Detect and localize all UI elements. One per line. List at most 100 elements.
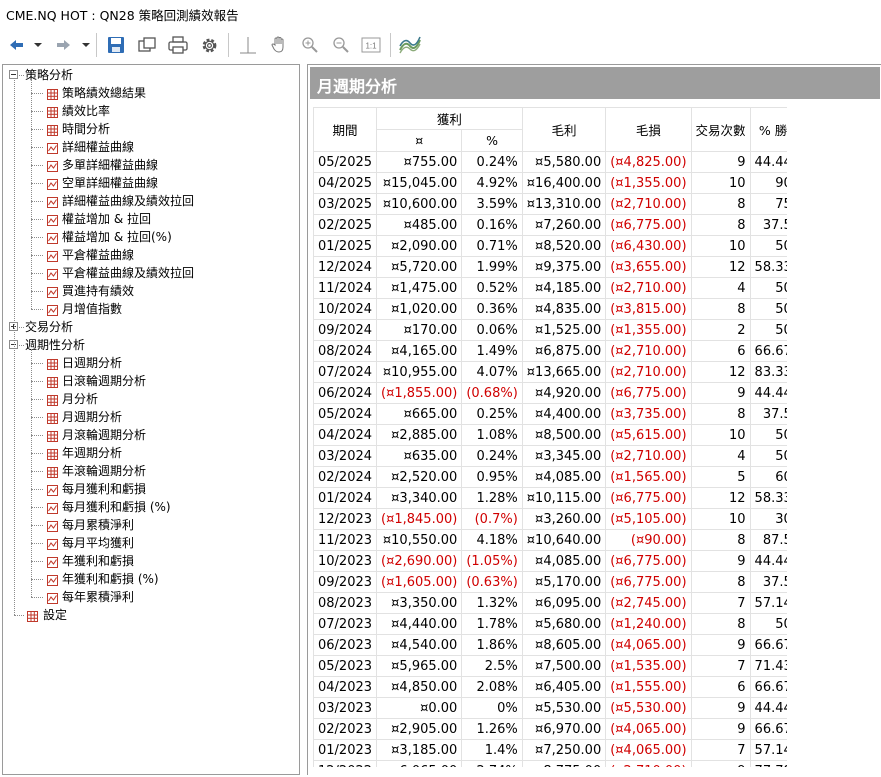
tree-item[interactable]: 時間分析 [3,120,293,138]
tree-item[interactable]: 年獲利和虧損 (%) [3,570,293,588]
gross-profit-cell: ¤6,095.00 [521,592,607,614]
tree-item-label: 月分析 [62,392,99,406]
table-row[interactable]: 07/2023 ¤4,440.00 1.78% ¤5,680.00 (¤1,240.00… [313,613,787,635]
tree-item[interactable]: 日滾輪週期分析 [3,372,293,390]
tree-connector [31,507,43,508]
tree-item[interactable]: 策略績效總結果 [3,84,293,102]
tree-item-settings[interactable]: 設定 [3,606,293,624]
table-row[interactable]: 06/2023 ¤4,540.00 1.86% ¤8,605.00 (¤4,065.00… [313,634,787,656]
tree-item[interactable]: 每月獲利和虧損 (%) [3,498,293,516]
trades-cell: 2 [690,319,751,341]
table-row[interactable]: 01/2023 ¤3,185.00 1.4% ¤7,250.00 (¤4,065.00)… [313,739,787,761]
tree-item[interactable]: 空單詳細權益曲線 [3,174,293,192]
tree-group-0[interactable]: 策略分析 [3,66,293,84]
table-row[interactable]: 09/2023 (¤1,605.00) (0.63%) ¤5,170.00 (¤6,77… [313,571,787,593]
table-row[interactable]: 12/2023 (¤1,845.00) (0.7%) ¤3,260.00 (¤5,105… [313,508,787,530]
tree-item[interactable]: 平倉權益曲線及績效拉回 [3,264,293,282]
gross-loss-cell: (¤2,710.00) [605,361,692,383]
tree-item[interactable]: 多單詳細權益曲線 [3,156,293,174]
period-cell: 09/2024 [313,319,378,341]
print-icon[interactable] [167,34,189,56]
tree-connector [31,543,43,544]
col-trades-header: 交易次數 [690,107,751,152]
tree-connector [31,129,43,130]
table-row[interactable]: 04/2024 ¤2,885.00 1.08% ¤8,500.00 (¤5,615.00… [313,424,787,446]
tree-item[interactable]: 每月累積淨利 [3,516,293,534]
tree-item[interactable]: 詳細權益曲線及績效拉回 [3,192,293,210]
table-row[interactable]: 08/2023 ¤3,350.00 1.32% ¤6,095.00 (¤2,745.00… [313,592,787,614]
tree-item[interactable]: 每月獲利和虧損 [3,480,293,498]
table-row[interactable]: 01/2025 ¤2,090.00 0.71% ¤8,520.00 (¤6,430.00… [313,235,787,257]
table-row[interactable]: 04/2023 ¤4,850.00 2.08% ¤6,405.00 (¤1,555.00… [313,676,787,698]
gross-loss-cell: (¤5,615.00) [605,424,692,446]
hand-pan-icon[interactable] [268,34,290,56]
tree-item[interactable]: 詳細權益曲線 [3,138,293,156]
tree-item[interactable]: 日週期分析 [3,354,293,372]
profit-cell: ¤5,720.00 [376,256,463,278]
tree-item-label: 詳細權益曲線 [62,140,135,154]
tree-item[interactable]: 每月平均獲利 [3,534,293,552]
forward-dropdown-icon[interactable] [80,34,92,56]
table-row[interactable]: 04/2025 ¤15,045.00 4.92% ¤16,400.00 (¤1,355.… [313,172,787,194]
zoom-fit-icon[interactable]: 1:1 [360,34,382,56]
tree-group-1[interactable]: 交易分析 [3,318,293,336]
tree-item[interactable]: 年滾輪週期分析 [3,462,293,480]
tree-connector [31,435,43,436]
table-row[interactable]: 03/2023¤0.000%¤5,530.00(¤5,530.00)944.44… [313,697,787,719]
tree-item-label: 策略績效總結果 [62,86,147,100]
table-row[interactable]: 03/2025 ¤10,600.00 3.59% ¤13,310.00 (¤2,710.… [313,193,787,215]
tree-item[interactable]: 月滾輪週期分析 [3,426,293,444]
table-row[interactable]: 10/2023 (¤2,690.00) (1.05%) ¤4,085.00 (¤6,77… [313,550,787,572]
tree-item[interactable]: 月增值指數 [3,300,293,318]
tree-item[interactable]: 買進持有績效 [3,282,293,300]
table-row[interactable]: 09/2024 ¤170.00 0.06% ¤1,525.00 (¤1,355.00) 2… [313,319,787,341]
back-dropdown-icon[interactable] [32,34,44,56]
table-row[interactable]: 06/2024 (¤1,855.00) (0.68%) ¤4,920.00 (¤6,77… [313,382,787,404]
copy-window-icon[interactable] [137,34,157,56]
grid-report-icon [47,123,58,136]
tree-item[interactable]: 權益增加 & 拉回(%) [3,228,293,246]
forward-arrow-icon[interactable] [54,34,72,56]
chart-report-icon [47,231,58,244]
trades-cell: 7 [690,592,751,614]
table-row[interactable]: 12/2024 ¤5,720.00 1.99% ¤9,375.00 (¤3,655.00… [313,256,787,278]
tree-item[interactable]: 績效比率 [3,102,293,120]
table-row[interactable]: 05/2024 ¤665.00 0.25% ¤4,400.00 (¤3,735.00) 8… [313,403,787,425]
winrate-cell: 66.67% [749,676,787,698]
zoom-out-icon[interactable] [330,34,352,56]
tree-item[interactable]: 權益增加 & 拉回 [3,210,293,228]
tree-group-2[interactable]: 週期性分析 [3,336,293,354]
table-row[interactable]: 07/2024 ¤10,955.00 4.07% ¤13,665.00 (¤2,710.… [313,361,787,383]
table-row[interactable]: 08/2024 ¤4,165.00 1.49% ¤6,875.00 (¤2,710.00… [313,340,787,362]
zoom-in-icon[interactable] [299,34,321,56]
tree-item[interactable]: 月分析 [3,390,293,408]
profit-cell: ¤170.00 [376,319,463,341]
tree-item[interactable]: 月週期分析 [3,408,293,426]
tree-item[interactable]: 平倉權益曲線 [3,246,293,264]
gross-profit-cell: ¤16,400.00 [521,172,607,194]
profit-pct-cell: 1.78% [461,613,523,635]
tree-item[interactable]: 每年累積淨利 [3,588,293,606]
settings-gear-icon[interactable] [198,34,220,56]
table-row[interactable]: 03/2024 ¤635.00 0.24% ¤3,345.00 (¤2,710.00) 4… [313,445,787,467]
table-row[interactable]: 11/2024 ¤1,475.00 0.52% ¤4,185.00 (¤2,710.00… [313,277,787,299]
monthly-table-container[interactable]: 期間 獲利 毛利 毛損 交易次數 % 勝率 ¤ % 05/2025¤755.00… [313,107,787,767]
table-row[interactable]: 01/2024 ¤3,340.00 1.28% ¤10,115.00 (¤6,775.0… [313,487,787,509]
table-row[interactable]: 10/2024 ¤1,020.00 0.36% ¤4,835.00 (¤3,815.00… [313,298,787,320]
table-row[interactable]: 12/2022¤6,065.002.74%¤8,775.00(¤2,710.00… [313,760,787,767]
back-arrow-icon[interactable] [8,34,26,56]
table-row[interactable]: 05/2023 ¤5,965.00 2.5% ¤7,500.00 (¤1,535.00)… [313,655,787,677]
table-row[interactable]: 05/2025 ¤755.00 0.24% ¤5,580.00 (¤4,825.00) 9… [313,151,787,173]
gross-loss-cell: (¤2,710.00) [605,193,692,215]
table-row[interactable]: 11/2023 ¤10,550.00 4.18% ¤10,640.00 (¤90.00)… [313,529,787,551]
gross-loss-cell: (¤3,815.00) [605,298,692,320]
save-icon[interactable] [106,34,126,56]
tree-item[interactable]: 年週期分析 [3,444,293,462]
table-row[interactable]: 02/2024 ¤2,520.00 0.95% ¤4,085.00 (¤1,565.00… [313,466,787,488]
table-row[interactable]: 02/2025 ¤485.00 0.16% ¤7,260.00 (¤6,775.00) 8… [313,214,787,236]
table-row[interactable]: 02/2023 ¤2,905.00 1.26% ¤6,970.00 (¤4,065.00… [313,718,787,740]
gross-profit-cell: ¤6,405.00 [521,676,607,698]
crosshair-icon[interactable] [237,34,259,56]
wave-chart-icon[interactable] [398,34,422,56]
tree-item[interactable]: 年獲利和虧損 [3,552,293,570]
